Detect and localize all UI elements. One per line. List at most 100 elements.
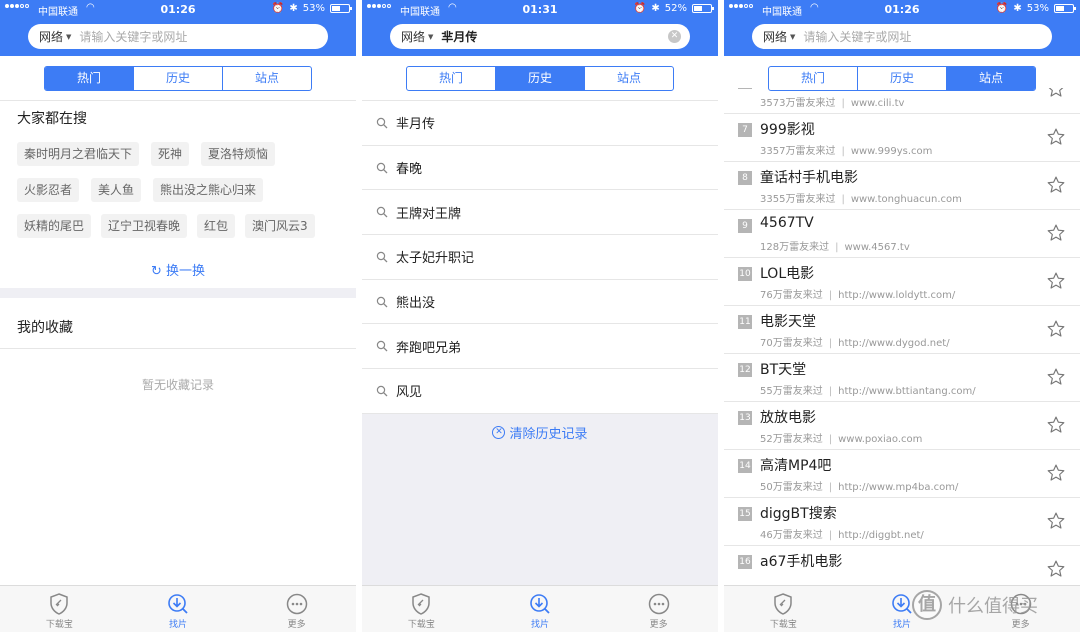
site-rank: 7 <box>738 123 752 137</box>
site-row[interactable]: 7 999影视 3357万雷友来过 | www.999ys.com <box>724 114 1080 162</box>
clear-input-icon[interactable]: ✕ <box>668 30 681 43</box>
tab-sites[interactable]: 站点 <box>223 67 311 90</box>
history-item[interactable]: 风见 <box>362 369 718 414</box>
hot-tag[interactable]: 辽宁卫视春晚 <box>101 214 188 238</box>
site-rank: 11 <box>738 315 752 329</box>
star-icon[interactable] <box>1046 559 1066 579</box>
search-bar[interactable]: 网络 ▼ 芈月传 ✕ <box>390 24 690 49</box>
history-item[interactable]: 王牌对王牌 <box>362 190 718 236</box>
site-visits: 76万雷友来过 <box>760 290 823 301</box>
site-row[interactable]: 11 电影天堂 70万雷友来过 | http://www.dygod.net/ <box>724 306 1080 354</box>
star-icon[interactable] <box>1046 319 1066 339</box>
hot-tag[interactable]: 火影忍者 <box>17 178 80 202</box>
hot-tag[interactable]: 红包 <box>197 214 236 238</box>
hot-tag[interactable]: 澳门风云3 <box>245 214 315 238</box>
site-visits: 3355万雷友来过 <box>760 194 836 205</box>
search-bar[interactable]: 网络 ▼ 请输入关键字或网址 <box>28 24 328 49</box>
search-scope-dropdown[interactable]: 网络 ▼ <box>28 28 71 45</box>
star-icon[interactable] <box>1046 511 1066 531</box>
search-scope-dropdown[interactable]: 网络 ▼ <box>390 28 433 45</box>
site-row[interactable]: 15 diggBT搜索 46万雷友来过 | http://diggbt.net/ <box>724 498 1080 546</box>
refresh-button[interactable]: ↻ 换一换 <box>0 260 356 279</box>
refresh-icon: ↻ <box>150 264 162 279</box>
nav-item-find[interactable]: 找片 <box>119 586 238 632</box>
search-input[interactable]: 芈月传 <box>441 28 668 45</box>
site-url: http://www.mp4ba.com/ <box>838 482 959 493</box>
site-row[interactable]: 13 放放电影 52万雷友来过 | www.poxiao.com <box>724 402 1080 450</box>
tab-history[interactable]: 历史 <box>496 67 585 90</box>
hot-tag[interactable]: 死神 <box>151 142 190 166</box>
history-item[interactable]: 太子妃升职记 <box>362 235 718 280</box>
site-rank: 14 <box>738 459 752 473</box>
site-visits: 3573万雷友来过 <box>760 98 836 109</box>
meta-separator: | <box>841 98 845 109</box>
meta-separator: | <box>828 338 833 349</box>
history-item-label: 奔跑吧兄弟 <box>396 340 462 356</box>
caret-down-icon: ▼ <box>66 32 72 41</box>
search-icon <box>376 296 388 308</box>
tab-history[interactable]: 历史 <box>858 67 947 90</box>
tab-hot[interactable]: 热门 <box>45 67 134 90</box>
tab-bar: 热门 历史 站点 <box>44 66 312 91</box>
site-rank: 12 <box>738 363 752 377</box>
nav-item-download[interactable]: 下载宝 <box>362 586 481 632</box>
search-bar[interactable]: 网络 ▼ 请输入关键字或网址 <box>752 24 1052 49</box>
more-icon <box>286 593 307 615</box>
meta-separator: | <box>841 146 845 157</box>
site-row[interactable]: 14 高清MP4吧 50万雷友来过 | http://www.mp4ba.com/ <box>724 450 1080 498</box>
history-item[interactable]: 熊出没 <box>362 280 718 325</box>
site-row[interactable]: 12 BT天堂 55万雷友来过 | http://www.bttiantang.com/ <box>724 354 1080 402</box>
search-input[interactable]: 请输入关键字或网址 <box>79 28 328 45</box>
nav-item-download[interactable]: 下载宝 <box>0 586 119 632</box>
history-item[interactable]: 春晚 <box>362 146 718 191</box>
star-icon[interactable] <box>1046 127 1066 147</box>
battery-icon <box>330 4 352 13</box>
tab-history[interactable]: 历史 <box>134 67 223 90</box>
star-icon[interactable] <box>1046 271 1066 291</box>
site-row[interactable]: 9 4567TV 128万雷友来过 | www.4567.tv <box>724 210 1080 258</box>
site-url: www.4567.tv <box>844 242 910 253</box>
nav-item-more[interactable]: 更多 <box>599 586 718 632</box>
shield-icon <box>50 593 69 615</box>
tab-sites[interactable]: 站点 <box>947 67 1035 90</box>
site-meta: 46万雷友来过 | http://diggbt.net/ <box>760 526 924 541</box>
star-icon[interactable] <box>1046 88 1066 99</box>
hot-tag[interactable]: 夏洛特烦恼 <box>201 142 276 166</box>
clear-history-button[interactable]: ✕ 清除历史记录 <box>362 423 718 442</box>
nav-item-find[interactable]: 找片 <box>481 586 600 632</box>
star-icon[interactable] <box>1046 415 1066 435</box>
hot-tag[interactable]: 妖精的尾巴 <box>17 214 92 238</box>
hot-tag[interactable]: 秦时明月之君临天下 <box>17 142 140 166</box>
site-row[interactable]: 16 a67手机电影 <box>724 546 1080 585</box>
tab-sites[interactable]: 站点 <box>585 67 673 90</box>
hot-tag[interactable]: 熊出没之熊心归来 <box>153 178 264 202</box>
watermark-mark: 值 <box>912 590 942 620</box>
star-icon[interactable] <box>1046 223 1066 243</box>
site-row[interactable]: 6磁力搜索神器3573万雷友来过|www.cili.tv <box>724 88 1080 114</box>
site-url: www.cili.tv <box>850 98 905 109</box>
site-name: LOL电影 <box>760 266 815 282</box>
site-rank: 16 <box>738 555 752 569</box>
nav-item-more[interactable]: 更多 <box>237 586 356 632</box>
site-url: http://www.dygod.net/ <box>838 338 950 349</box>
tab-hot[interactable]: 热门 <box>407 67 496 90</box>
search-icon <box>376 251 388 263</box>
search-input[interactable]: 请输入关键字或网址 <box>803 28 1052 45</box>
star-icon[interactable] <box>1046 463 1066 483</box>
site-rank: 15 <box>738 507 752 521</box>
star-icon[interactable] <box>1046 175 1066 195</box>
site-name: 999影视 <box>760 122 815 138</box>
search-scope-label: 网络 <box>401 30 426 44</box>
nav-item-download[interactable]: 下载宝 <box>724 586 843 632</box>
star-icon[interactable] <box>1046 367 1066 387</box>
site-row[interactable]: 8 童话村手机电影 3355万雷友来过 | www.tonghuacun.com <box>724 162 1080 210</box>
tab-hot[interactable]: 热门 <box>769 67 858 90</box>
site-row[interactable]: 10 LOL电影 76万雷友来过 | http://www.loldytt.com/ <box>724 258 1080 306</box>
nav-label: 找片 <box>169 620 188 630</box>
history-item[interactable]: 奔跑吧兄弟 <box>362 324 718 370</box>
search-scope-dropdown[interactable]: 网络 ▼ <box>752 28 795 45</box>
hot-tag[interactable]: 美人鱼 <box>91 178 142 202</box>
site-visits: 55万雷友来过 <box>760 386 823 397</box>
alarm-icon: ⏰ <box>633 3 647 14</box>
history-item[interactable]: 芈月传 <box>362 101 718 146</box>
